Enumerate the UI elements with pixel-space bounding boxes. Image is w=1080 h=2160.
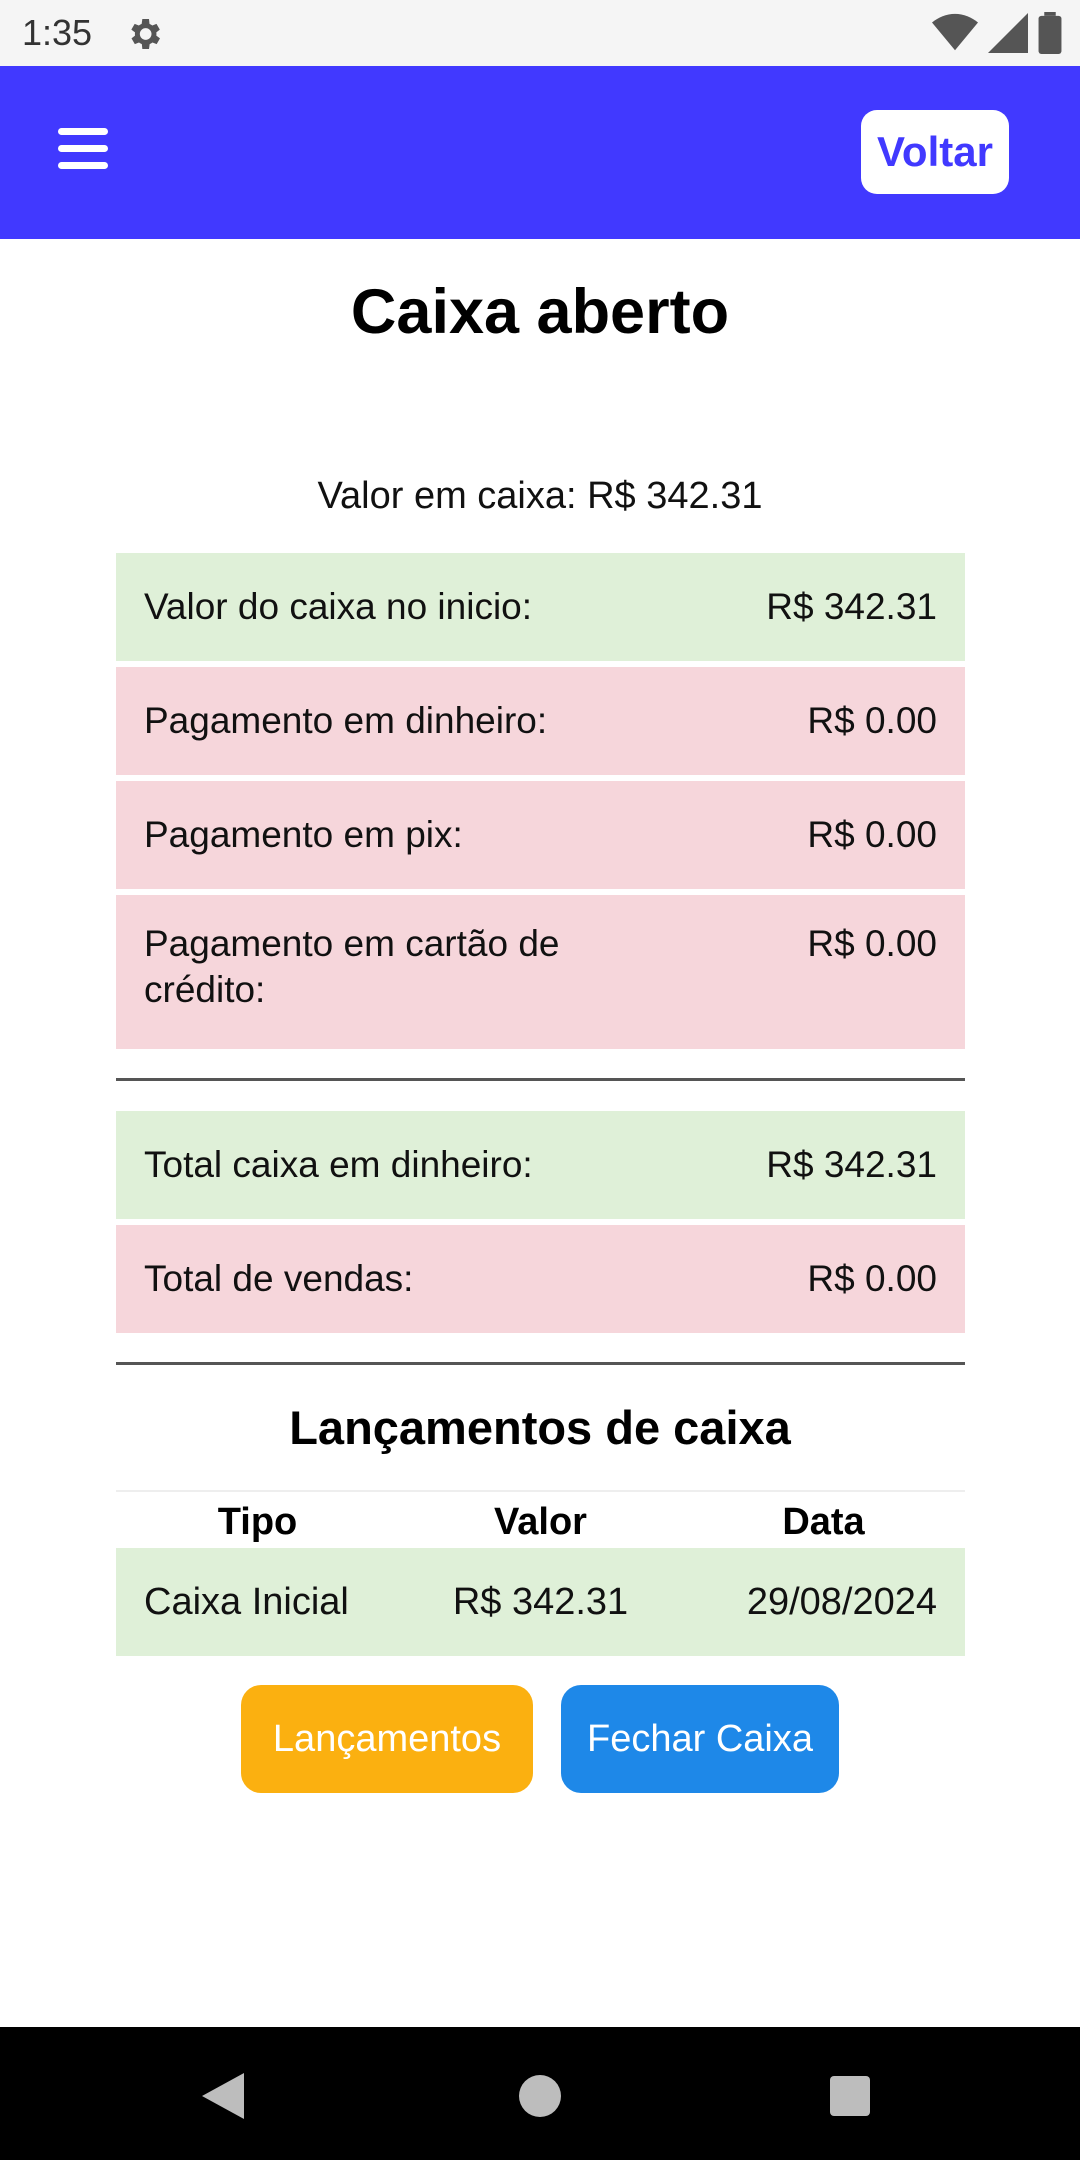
app-bar: Voltar: [0, 66, 1080, 239]
total-label: Total de vendas:: [144, 1258, 414, 1299]
total-value: R$ 0.00: [807, 1258, 937, 1299]
recents-square-icon[interactable]: [830, 2076, 870, 2116]
status-icons: [932, 12, 1062, 54]
summary-row-cash: Pagamento em dinheiro: R$ 0.00: [116, 667, 965, 775]
summary-label: Pagamento em cartão de crédito:: [144, 923, 560, 1010]
status-bar: 1:35: [0, 0, 1080, 66]
cell-tipo: Caixa Inicial: [144, 1580, 349, 1623]
total-value: R$ 342.31: [766, 1144, 937, 1185]
back-button[interactable]: Voltar: [861, 110, 1009, 194]
total-label: Total caixa em dinheiro:: [144, 1144, 533, 1185]
signal-icon: [988, 13, 1028, 53]
cell-data: 29/08/2024: [746, 1580, 937, 1623]
summary-label: Valor do caixa no inicio:: [144, 586, 533, 627]
total-row-cash: Total caixa em dinheiro: R$ 342.31: [116, 1111, 965, 1219]
divider: [116, 1078, 965, 1081]
summary-row-initial: Valor do caixa no inicio: R$ 342.31: [116, 553, 965, 661]
summary-value: R$ 0.00: [807, 923, 937, 964]
table-row: Caixa Inicial R$ 342.31 29/08/2024: [116, 1548, 965, 1656]
table-header: Tipo Valor Data: [116, 1490, 965, 1548]
hamburger-menu-icon[interactable]: [58, 128, 128, 184]
gear-icon: [131, 19, 160, 49]
home-circle-icon[interactable]: [519, 2075, 561, 2117]
battery-icon: [1038, 12, 1062, 54]
close-register-button[interactable]: Fechar Caixa: [561, 1685, 839, 1793]
entries-button[interactable]: Lançamentos: [241, 1685, 533, 1793]
column-header-data: Data: [782, 1501, 865, 1543]
total-row-sales: Total de vendas: R$ 0.00: [116, 1225, 965, 1333]
page-title: Caixa aberto: [350, 277, 730, 347]
column-header-valor: Valor: [494, 1501, 587, 1543]
wifi-icon: [932, 13, 978, 51]
divider: [116, 1362, 965, 1365]
summary-row-pix: Pagamento em pix: R$ 0.00: [116, 781, 965, 889]
summary-value: R$ 0.00: [807, 814, 937, 855]
summary-label: Pagamento em dinheiro:: [144, 700, 548, 741]
status-time: 1:35: [22, 12, 93, 53]
summary-value: R$ 342.31: [766, 586, 937, 627]
summary-row-credit-card: Pagamento em cartão de crédito: R$ 0.00: [116, 895, 965, 1049]
system-nav-bar: [0, 2027, 1080, 2160]
entries-section-title: Lançamentos de caixa: [289, 1401, 791, 1454]
summary-value: R$ 0.00: [807, 700, 937, 741]
summary-label: Pagamento em pix:: [144, 814, 463, 855]
back-triangle-icon[interactable]: [202, 2073, 246, 2119]
cash-in-register-text: Valor em caixa: R$ 342.31: [317, 475, 763, 517]
cell-valor: R$ 342.31: [452, 1580, 629, 1623]
column-header-tipo: Tipo: [217, 1501, 298, 1543]
